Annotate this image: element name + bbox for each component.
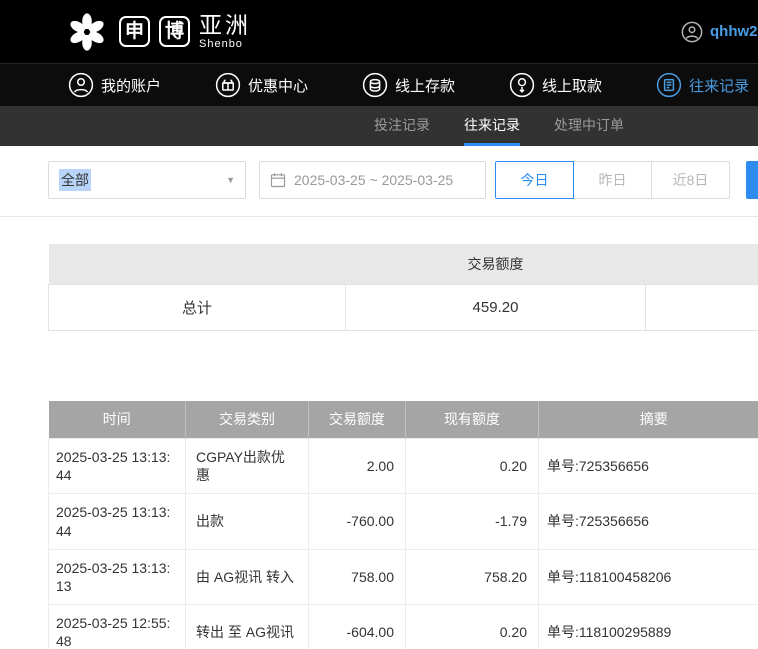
divider [0,216,758,217]
cell-memo: 单号:725356656 [538,493,758,550]
filter-bar: 全部 ▼ 2025-03-25 ~ 2025-03-25 今日 昨日 近8日 [48,161,758,199]
cell-time: 2025-03-25 13:13:44 [48,437,186,495]
records-header-row: 时间 交易类别 交易额度 现有额度 摘要 [48,400,758,439]
nav-item-deposit[interactable]: 线上存款 [362,72,455,98]
records-icon [656,72,682,98]
table-row: 2025-03-25 13:13:44 出款 -760.00 -1.79 单号:… [48,493,758,550]
summary-header-amount: 交易额度 [345,244,646,284]
cell-amount: -760.00 [308,493,406,550]
quick-date-group: 今日 昨日 近8日 [495,161,730,199]
chevron-down-icon: ▼ [226,175,235,185]
col-header-memo: 摘要 [538,400,758,439]
cell-time: 2025-03-25 13:13:13 [48,548,186,606]
cell-type: 由 AG视讯 转入 [185,548,309,606]
cell-memo: 单号:725356656 [538,437,758,495]
col-header-amount: 交易额度 [308,400,406,439]
nav-label: 线上存款 [395,77,456,95]
deposit-icon [362,72,388,98]
cell-time: 2025-03-25 13:13:44 [48,493,186,550]
nav-item-my-account[interactable]: 我的账户 [68,72,161,98]
username-label: qhhw2 [710,23,758,40]
user-icon [68,72,94,98]
table-row: 2025-03-25 12:55:48 转出 至 AG视讯 -604.00 0.… [48,604,758,649]
brand-region-label: 亚洲 [199,11,251,38]
nav-item-promotions[interactable]: 优惠中心 [215,72,308,98]
summary-total-row: 总计 459.20 [48,283,758,331]
date-range-value: 2025-03-25 ~ 2025-03-25 [294,172,454,188]
col-header-balance: 现有额度 [405,400,539,439]
cell-balance: 758.20 [405,548,539,606]
col-header-type: 交易类别 [185,400,309,439]
col-header-time: 时间 [48,400,186,439]
last-8-days-button[interactable]: 近8日 [651,161,730,199]
calendar-icon [270,173,286,188]
tab-transaction-records[interactable]: 往来记录 [464,106,520,146]
cell-amount: 758.00 [308,548,406,606]
nav-label: 我的账户 [101,77,162,95]
sub-nav: 投注记录 往来记录 处理中订单 [0,106,758,146]
table-row: 2025-03-25 13:13:13 由 AG视讯 转入 758.00 758… [48,548,758,606]
yesterday-button[interactable]: 昨日 [573,161,652,199]
nav-label: 往来记录 [689,77,750,95]
cell-time: 2025-03-25 12:55:48 [48,604,186,649]
summary-header-empty [48,244,346,284]
summary-total-value: 459.20 [345,283,646,331]
summary-table: 交易额度 总计 459.20 [48,244,758,331]
tab-processing-orders[interactable]: 处理中订单 [554,106,624,146]
cell-balance: 0.20 [405,437,539,495]
brand-text: 亚洲 Shenbo [199,13,251,50]
tab-betting-records[interactable]: 投注记录 [374,106,430,146]
cell-type: 出款 [185,493,309,550]
main-nav: 我的账户 优惠中心 线上存款 线上取款 往来记录 [0,63,758,106]
table-row: 2025-03-25 13:13:44 CGPAY出款优惠 2.00 0.20 … [48,437,758,495]
user-avatar-icon [681,21,703,42]
summary-total-empty [645,283,758,331]
cell-type: 转出 至 AG视讯 [185,604,309,649]
top-header: 申 博 亚洲 Shenbo qhhw2 [0,0,758,63]
flower-logo-icon [70,12,104,51]
withdraw-icon [509,72,535,98]
brand-subtitle: Shenbo [199,38,243,51]
today-button[interactable]: 今日 [495,161,574,199]
cell-type: CGPAY出款优惠 [185,437,309,495]
transaction-records-page: 申 博 亚洲 Shenbo qhhw2 我的账户 优惠中心 线上存款 线上取款 … [0,0,758,649]
cell-amount: -604.00 [308,604,406,649]
nav-label: 优惠中心 [248,77,309,95]
cell-amount: 2.00 [308,437,406,495]
summary-header-empty-2 [645,244,758,284]
type-select[interactable]: 全部 ▼ [48,161,246,199]
cell-memo: 单号:118100458206 [538,548,758,606]
search-button[interactable] [746,161,758,199]
records-table: 时间 交易类别 交易额度 现有额度 摘要 2025-03-25 13:13:44… [48,400,758,649]
summary-total-label: 总计 [48,283,346,331]
brand-logo[interactable]: 申 博 亚洲 Shenbo [64,9,251,55]
user-account[interactable]: qhhw2 [681,0,758,63]
logo-char-shen: 申 [119,16,150,47]
logo-char-bo: 博 [159,16,190,47]
nav-label: 线上取款 [542,77,603,95]
cell-balance: -1.79 [405,493,539,550]
nav-item-withdraw[interactable]: 线上取款 [509,72,602,98]
summary-header-row: 交易额度 [48,244,758,284]
date-range-input[interactable]: 2025-03-25 ~ 2025-03-25 [259,161,486,199]
nav-item-records[interactable]: 往来记录 [656,72,749,98]
cell-memo: 单号:118100295889 [538,604,758,649]
gift-icon [215,72,241,98]
type-select-value: 全部 [59,169,91,191]
cell-balance: 0.20 [405,604,539,649]
